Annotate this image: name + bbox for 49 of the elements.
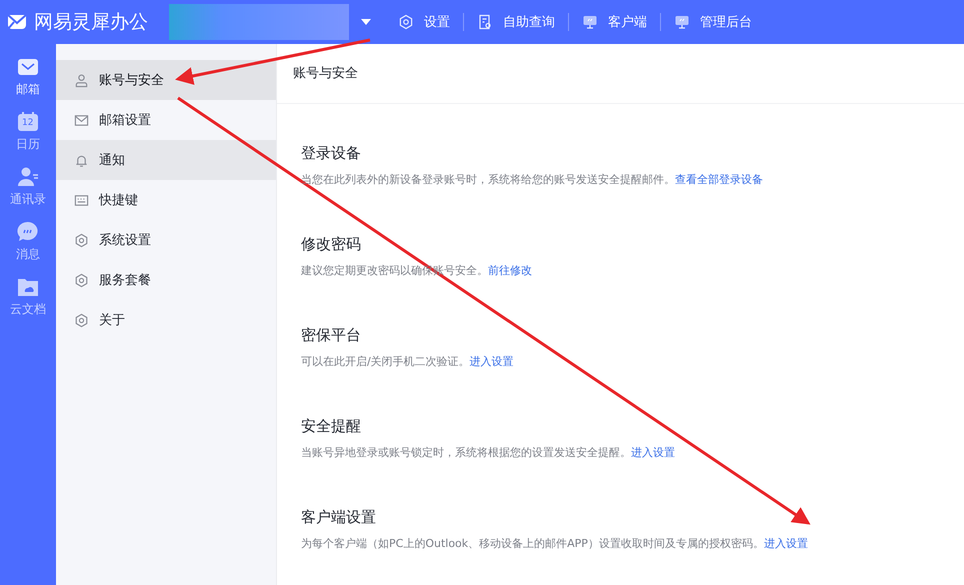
section-title: 客户端设置 xyxy=(301,507,377,527)
sidebar-item[interactable]: 服务套餐 xyxy=(56,260,276,300)
section-description: 可以在此开启/关闭手机二次验证。 xyxy=(301,355,470,368)
rail-item[interactable]: 消息 xyxy=(0,221,56,263)
mail-icon xyxy=(17,56,39,78)
section-title: 安全提醒 xyxy=(301,416,362,436)
monitor-icon xyxy=(582,14,598,30)
settings-link[interactable]: 进入设置 xyxy=(470,355,514,368)
sidebar-item[interactable]: 通知 xyxy=(56,140,276,180)
gear-icon xyxy=(74,312,89,328)
document-icon xyxy=(477,14,493,30)
section-title: 登录设备 xyxy=(301,143,362,163)
section-description: 当账号异地登录或账号锁定时，系统将根据您的设置发送安全提醒。 xyxy=(301,446,631,459)
section-description: 为每个客户端（如PC上的Outlook、移动设备上的邮件APP）设置收取时间及专属的授权密码。 xyxy=(301,537,764,550)
settings-link[interactable]: 前往修改 xyxy=(488,264,532,277)
sidebar-item[interactable]: 邮箱设置 xyxy=(56,100,276,140)
settings-link[interactable]: 进入设置 xyxy=(631,446,675,459)
nav-link[interactable]: 设置 xyxy=(385,13,463,31)
sidebar-item[interactable]: 关于 xyxy=(56,300,276,340)
calendar-icon xyxy=(17,111,39,133)
page-title: 账号与安全 xyxy=(277,44,964,104)
gear-icon xyxy=(398,14,414,30)
rail-item[interactable]: 邮箱 xyxy=(0,56,56,98)
gear-icon xyxy=(74,232,89,248)
sidebar-item[interactable]: 系统设置 xyxy=(56,220,276,260)
rail-item[interactable]: 12 日历 xyxy=(0,111,56,153)
user-icon xyxy=(74,72,89,88)
settings-link[interactable]: 进入设置 xyxy=(764,537,808,550)
rail-item[interactable]: 云文档 xyxy=(0,276,56,318)
calendar-day: 12 xyxy=(22,118,34,129)
monitor-icon xyxy=(674,14,690,30)
section-title: 修改密码 xyxy=(301,234,362,254)
chat-icon xyxy=(17,221,39,243)
rail-item[interactable]: 通讯录 xyxy=(0,166,56,208)
folder-icon xyxy=(17,276,39,298)
sidebar-item[interactable]: 快捷键 xyxy=(56,180,276,220)
nav-link[interactable]: 自助查询 xyxy=(464,13,568,31)
caret-icon xyxy=(361,19,371,25)
contacts-icon xyxy=(17,166,39,188)
nav-link[interactable]: 客户端 xyxy=(569,13,660,31)
app-name: 网易灵犀办公 xyxy=(34,10,148,35)
mail-icon xyxy=(74,112,89,128)
nav-link[interactable]: 管理后台 xyxy=(661,13,765,31)
settings-link[interactable]: 查看全部登录设备 xyxy=(675,173,763,186)
section-description: 当您在此列表外的新设备登录账号时，系统将给您的账号发送安全提醒邮件。 xyxy=(301,173,675,186)
section-title: 密保平台 xyxy=(301,325,362,345)
gear-icon xyxy=(74,272,89,288)
sidebar-item[interactable]: 账号与安全 xyxy=(56,60,276,100)
keyboard-icon xyxy=(74,192,89,208)
